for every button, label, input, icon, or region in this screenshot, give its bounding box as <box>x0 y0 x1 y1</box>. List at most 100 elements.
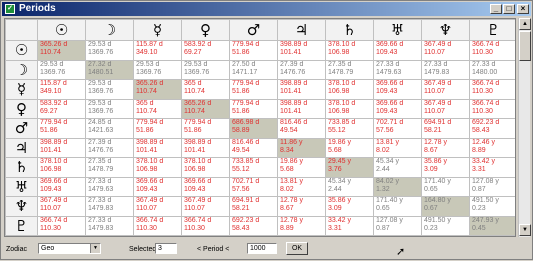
period-cell[interactable]: 29.53 d 1369.76 <box>37 59 86 80</box>
row-header-neptune[interactable]: ♆ <box>5 196 38 217</box>
period-cell[interactable]: 33.42 y 3.31 <box>325 215 374 236</box>
period-cell[interactable]: 367.49 d 110.07 <box>181 196 230 217</box>
period-cell[interactable]: 491.50 y 0.23 <box>421 215 470 236</box>
period-cell[interactable]: 84.02 y 1.32 <box>373 176 422 197</box>
row-header-jupiter[interactable]: ♃ <box>5 137 38 158</box>
period-cell[interactable]: 164.80 y 0.67 <box>421 196 470 217</box>
period-cell[interactable]: 29.53 d 1369.76 <box>85 79 134 100</box>
period-cell[interactable]: 398.89 d 101.41 <box>277 40 326 61</box>
period-cell[interactable]: 24.85 d 1421.63 <box>85 118 134 139</box>
period-cell[interactable]: 779.94 d 51.86 <box>37 118 86 139</box>
period-cell[interactable]: 694.91 d 58.21 <box>421 118 470 139</box>
row-header-venus[interactable]: ♀ <box>5 98 38 119</box>
period-cell[interactable]: 45.34 y 2.44 <box>325 176 374 197</box>
row-header-mars[interactable]: ♂ <box>5 118 38 139</box>
period-cell[interactable]: 367.49 d 110.07 <box>421 79 470 100</box>
period-cell[interactable]: 27.33 d 1479.83 <box>85 196 134 217</box>
period-cell[interactable]: 366.74 d 110.30 <box>133 215 182 236</box>
period-cell[interactable]: 27.33 d 1479.63 <box>85 176 134 197</box>
period-cell[interactable]: 13.81 y 8.02 <box>277 176 326 197</box>
period-cell[interactable]: 27.33 d 1479.63 <box>373 59 422 80</box>
period-cell[interactable]: 366.74 d 110.30 <box>469 40 515 61</box>
period-cell[interactable]: 365.26 d 110.74 <box>37 40 86 61</box>
period-cell[interactable]: 369.66 d 109.43 <box>133 176 182 197</box>
close-button[interactable]: × <box>517 4 529 14</box>
selected-input[interactable]: 3 <box>155 243 177 254</box>
period-cell[interactable]: 779.94 d 51.86 <box>229 79 278 100</box>
period-cell[interactable]: 171.40 y 0.65 <box>373 196 422 217</box>
row-header-moon[interactable]: ☽ <box>5 59 38 80</box>
period-cell[interactable]: 12.46 y 8.89 <box>469 137 515 158</box>
period-cell[interactable]: 694.91 d 58.21 <box>229 196 278 217</box>
period-cell[interactable]: 378.10 d 106.98 <box>133 157 182 178</box>
period-cell[interactable]: 365 d 110.74 <box>133 98 182 119</box>
period-cell[interactable]: 367.49 d 110.07 <box>37 196 86 217</box>
period-cell[interactable]: 378.10 d 106.98 <box>325 98 374 119</box>
period-cell[interactable]: 398.89 d 101.41 <box>37 137 86 158</box>
column-header-sun[interactable]: ☉ <box>37 19 86 41</box>
period-cell[interactable]: 29.45 y 3.76 <box>325 157 374 178</box>
period-cell[interactable]: 398.89 d 101.41 <box>277 79 326 100</box>
minimize-button[interactable]: _ <box>490 4 502 14</box>
period-cell[interactable]: 365 d 110.74 <box>181 79 230 100</box>
period-cell[interactable]: 365.26 d 110.74 <box>133 79 182 100</box>
period-cell[interactable]: 702.71 d 57.56 <box>229 176 278 197</box>
period-cell[interactable]: 29.53 d 1369.76 <box>133 59 182 80</box>
period-cell[interactable]: 45.34 y 2.44 <box>373 157 422 178</box>
period-cell[interactable]: 779.94 d 51.86 <box>133 118 182 139</box>
column-header-mercury[interactable]: ☿ <box>133 19 182 41</box>
period-cell[interactable]: 27.33 d 1479.83 <box>421 59 470 80</box>
period-cell[interactable]: 378.10 d 106.98 <box>325 40 374 61</box>
period-cell[interactable]: 367.49 d 110.07 <box>421 40 470 61</box>
period-cell[interactable]: 33.42 y 3.31 <box>469 157 515 178</box>
column-header-jupiter[interactable]: ♃ <box>277 19 326 41</box>
periods-grid[interactable]: ☉ ☽ ☿ ♀ ♂ ♃ ♄ ♅ ♆ ♇ ☉ 365.26 d 110.74 29.53 d 1369.76 1… <box>4 18 516 237</box>
vertical-scrollbar[interactable]: ▲ ▼ <box>518 18 531 237</box>
period-cell[interactable]: 127.08 y 0.87 <box>469 176 515 197</box>
maximize-button[interactable]: □ <box>503 4 515 14</box>
period-input[interactable]: 1000 <box>247 243 277 254</box>
period-cell[interactable]: 369.66 d 109.43 <box>373 79 422 100</box>
period-cell[interactable]: 398.89 d 101.41 <box>133 137 182 158</box>
period-cell[interactable]: 366.74 d 110.30 <box>181 215 230 236</box>
period-cell[interactable]: 366.74 d 110.30 <box>37 215 86 236</box>
period-cell[interactable]: 365.26 d 110.74 <box>181 98 230 119</box>
period-cell[interactable]: 367.49 d 110.07 <box>421 98 470 119</box>
row-header-mercury[interactable]: ☿ <box>5 79 38 100</box>
scroll-up-button[interactable]: ▲ <box>519 18 531 30</box>
column-header-neptune[interactable]: ♆ <box>421 19 470 41</box>
period-cell[interactable]: 27.50 d 1471.17 <box>229 59 278 80</box>
period-cell[interactable]: 13.81 y 8.02 <box>373 137 422 158</box>
period-cell[interactable]: 378.10 d 106.98 <box>181 157 230 178</box>
period-cell[interactable]: 369.66 d 109.43 <box>37 176 86 197</box>
scroll-thumb[interactable] <box>519 31 531 61</box>
period-cell[interactable]: 366.74 d 110.30 <box>469 79 515 100</box>
period-cell[interactable]: 779.94 d 51.86 <box>229 40 278 61</box>
period-cell[interactable]: 367.49 d 110.07 <box>133 196 182 217</box>
period-cell[interactable]: 816.46 d 49.54 <box>229 137 278 158</box>
period-cell[interactable]: 29.53 d 1369.76 <box>85 40 134 61</box>
period-cell[interactable]: 733.85 d 55.12 <box>325 118 374 139</box>
period-cell[interactable]: 12.78 y 8.89 <box>277 215 326 236</box>
period-cell[interactable]: 12.78 y 8.67 <box>277 196 326 217</box>
row-header-saturn[interactable]: ♄ <box>5 157 38 178</box>
period-cell[interactable]: 19.86 y 5.68 <box>325 137 374 158</box>
period-cell[interactable]: 583.92 d 69.27 <box>37 98 86 119</box>
period-cell[interactable]: 366.74 d 110.30 <box>469 98 515 119</box>
period-cell[interactable]: 115.87 d 349.10 <box>133 40 182 61</box>
period-cell[interactable]: 369.66 d 109.43 <box>373 98 422 119</box>
period-cell[interactable]: 369.66 d 109.43 <box>181 176 230 197</box>
period-cell[interactable]: 702.71 d 57.56 <box>373 118 422 139</box>
period-cell[interactable]: 378.10 d 106.98 <box>325 79 374 100</box>
column-header-saturn[interactable]: ♄ <box>325 19 374 41</box>
period-cell[interactable]: 27.39 d 1476.76 <box>85 137 134 158</box>
row-header-pluto[interactable]: ♇ <box>5 215 38 236</box>
row-header-sun[interactable]: ☉ <box>5 40 38 61</box>
row-header-uranus[interactable]: ♅ <box>5 176 38 197</box>
period-cell[interactable]: 27.33 d 1479.83 <box>85 215 134 236</box>
period-cell[interactable]: 29.53 d 1369.76 <box>181 59 230 80</box>
period-cell[interactable]: 35.86 y 3.09 <box>325 196 374 217</box>
chevron-down-icon[interactable]: ▼ <box>90 244 100 253</box>
period-cell[interactable]: 115.87 d 349.10 <box>37 79 86 100</box>
period-cell[interactable]: 127.08 y 0.87 <box>373 215 422 236</box>
